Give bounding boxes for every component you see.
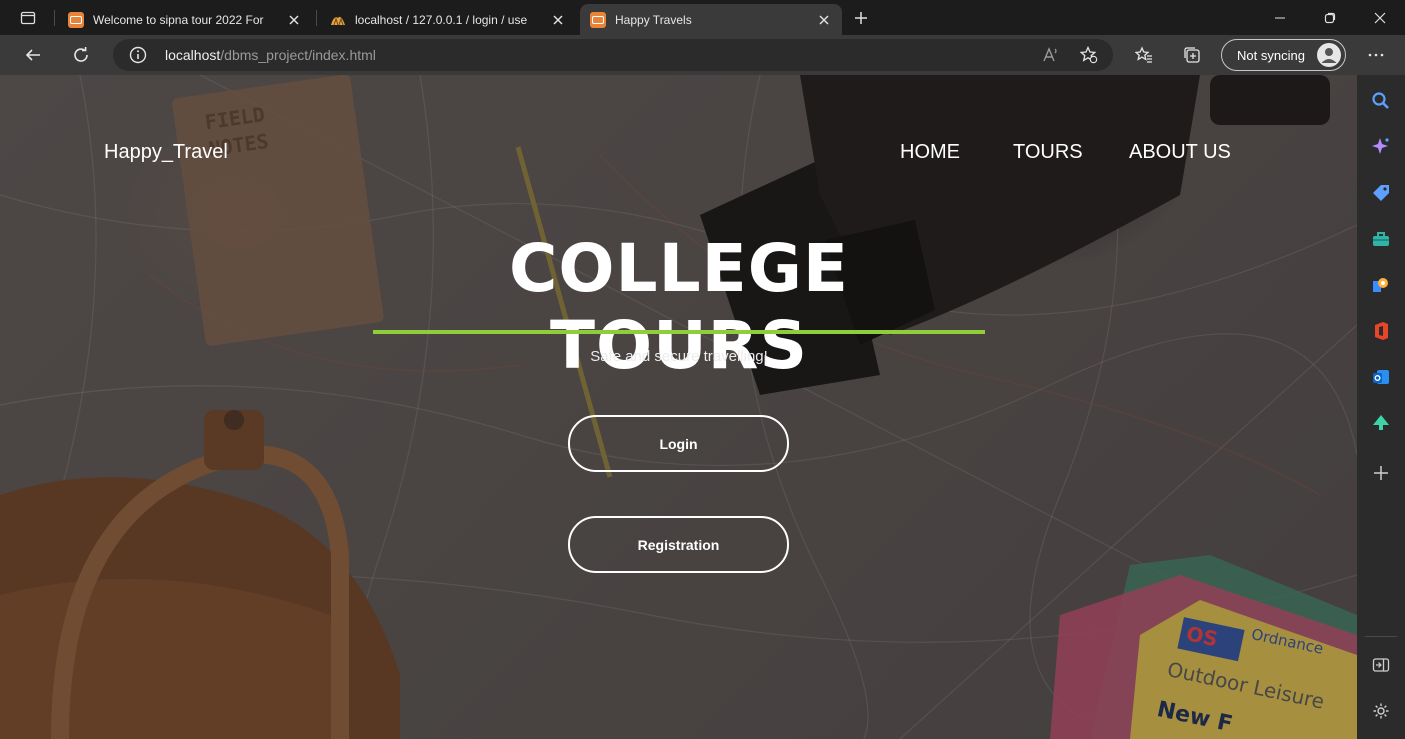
sidebar-shopping-button[interactable]: [1369, 181, 1393, 205]
drop-icon: [1373, 415, 1389, 430]
more-icon: [1368, 53, 1384, 57]
minimize-icon: [1275, 17, 1285, 18]
sync-status-label: Not syncing: [1237, 47, 1305, 63]
read-aloud-button[interactable]: [1035, 40, 1067, 70]
tab-phpmyadmin[interactable]: localhost / 127.0.0.1 / login / use: [320, 4, 576, 35]
nav-home[interactable]: HOME: [900, 141, 960, 164]
hero-divider: [373, 330, 985, 334]
sidebar-hide-button[interactable]: [1369, 653, 1393, 677]
games-icon: [1373, 278, 1388, 292]
info-icon[interactable]: [129, 46, 147, 64]
background-overlay: [0, 75, 1357, 739]
sidebar-outlook-button[interactable]: [1369, 365, 1393, 389]
login-button[interactable]: Login: [568, 415, 789, 472]
close-tab-icon[interactable]: [550, 12, 566, 28]
url-text[interactable]: localhost/dbms_project/index.html: [165, 47, 376, 63]
outlook-icon: [1373, 370, 1389, 384]
arrow-left-icon: [25, 49, 40, 61]
tab-actions-icon: [20, 11, 36, 24]
sidebar-games-button[interactable]: [1369, 273, 1393, 297]
avatar: [1317, 43, 1341, 67]
page-viewport: FIELD NOTES OS Ordnance Outdoor Leisure …: [0, 75, 1357, 739]
shopping-tag-icon: [1373, 185, 1389, 201]
tab-title: localhost / 127.0.0.1 / login / use: [355, 12, 528, 27]
site-brand[interactable]: Happy_Travel: [104, 141, 228, 164]
close-tab-icon[interactable]: [286, 12, 302, 28]
page-orange-icon: [590, 11, 606, 28]
tab-strip: Welcome to sipna tour 2022 For localhost…: [0, 0, 1405, 35]
tab-separator: [316, 10, 317, 26]
add-icon: [1374, 466, 1388, 480]
close-tab-icon[interactable]: [816, 12, 832, 28]
sidebar-drop-button[interactable]: [1369, 411, 1393, 435]
page-orange-icon: [68, 11, 84, 28]
favorites-icon: [1135, 46, 1152, 63]
refresh-icon: [74, 47, 88, 62]
registration-button[interactable]: Registration: [568, 516, 789, 573]
tab-title: Happy Travels: [615, 12, 692, 27]
favorites-button[interactable]: [1128, 40, 1160, 70]
tools-icon: [1373, 232, 1389, 246]
tab-actions-button[interactable]: [6, 0, 50, 35]
office-icon: [1375, 322, 1388, 340]
copilot-icon: [1372, 138, 1389, 154]
sidebar-settings-button[interactable]: [1369, 699, 1393, 723]
read-aloud-icon: [1043, 47, 1057, 62]
star-add-icon: [1080, 46, 1098, 64]
close-window-button[interactable]: [1357, 0, 1403, 35]
collections-icon: [1184, 47, 1200, 63]
close-icon: [1374, 12, 1386, 23]
sidebar-add-button[interactable]: [1369, 461, 1393, 485]
search-icon: [1372, 92, 1389, 109]
sidebar-copilot-button[interactable]: [1369, 135, 1393, 159]
settings-more-button[interactable]: [1360, 40, 1392, 70]
collections-button[interactable]: [1176, 40, 1208, 70]
tab-sipna-tour[interactable]: Welcome to sipna tour 2022 For: [58, 4, 312, 35]
tab-title: Welcome to sipna tour 2022 For: [93, 12, 264, 27]
settings-icon: [1373, 703, 1389, 719]
tab-happy-travels[interactable]: Happy Travels: [580, 4, 842, 35]
profile-sync-button[interactable]: Not syncing: [1221, 39, 1346, 71]
sidebar-office-button[interactable]: [1369, 319, 1393, 343]
browser-sidebar: [1357, 75, 1405, 739]
url-path: /dbms_project/index.html: [220, 47, 376, 63]
minimize-button[interactable]: [1257, 0, 1303, 35]
restore-button[interactable]: [1307, 0, 1353, 35]
plus-icon: [855, 11, 867, 24]
add-favorite-button[interactable]: [1073, 40, 1105, 70]
sidebar-tools-button[interactable]: [1369, 227, 1393, 251]
address-bar[interactable]: localhost/dbms_project/index.html: [113, 39, 1113, 71]
nav-about-us[interactable]: ABOUT US: [1129, 141, 1231, 164]
phpmyadmin-icon: [330, 12, 346, 28]
url-host: localhost: [165, 47, 221, 63]
back-button[interactable]: [17, 40, 49, 70]
hero-tagline: Safe and secure travelling!: [590, 348, 768, 365]
tab-separator: [54, 10, 55, 26]
sidebar-divider: [1365, 636, 1397, 637]
restore-icon: [1324, 12, 1336, 23]
hide-sidebar-icon: [1372, 658, 1390, 672]
browser-toolbar: localhost/dbms_project/index.html Not sy…: [0, 35, 1405, 75]
user-icon: [1321, 48, 1337, 63]
refresh-button[interactable]: [65, 40, 97, 70]
sidebar-search-button[interactable]: [1369, 89, 1393, 113]
new-tab-button[interactable]: [844, 0, 878, 35]
nav-tours[interactable]: TOURS: [1013, 141, 1083, 164]
